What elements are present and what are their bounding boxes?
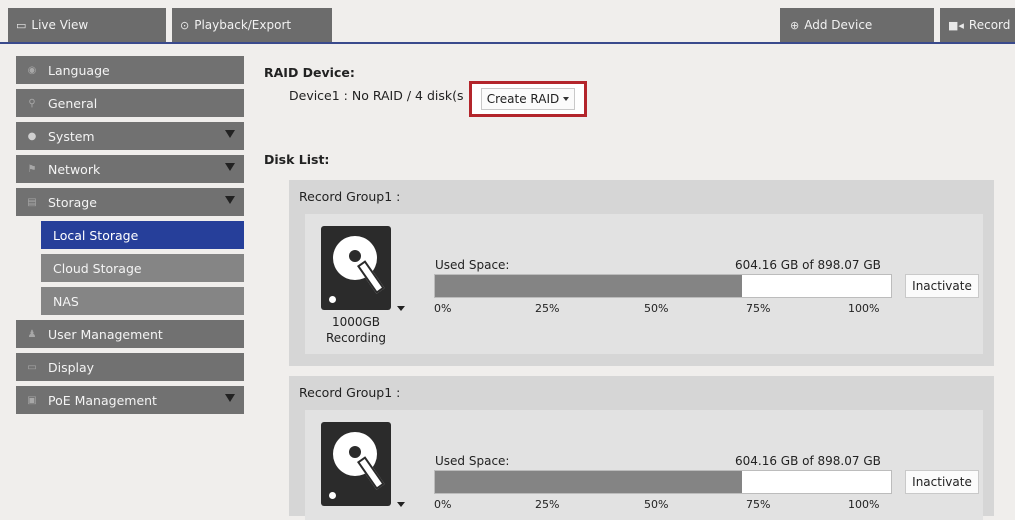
sidebar-item-system[interactable]: ● System: [16, 122, 244, 150]
settings-sidebar: ◉ Language ⚲ General ● System ⚑ Network …: [16, 56, 244, 419]
inactivate-button[interactable]: Inactivate: [905, 274, 979, 298]
network-icon: ⚑: [27, 163, 37, 175]
disk-menu-caret-icon[interactable]: [397, 502, 405, 507]
tick-label: 50%: [644, 498, 669, 511]
tick-label: 0%: [434, 498, 452, 511]
sidebar-item-poe-management[interactable]: ▣ PoE Management: [16, 386, 244, 414]
top-toolbar: ▭ Live View ⊙ Playback/Export ⊕ Add Devi…: [0, 0, 1015, 44]
record-button[interactable]: ■◂ Record: [940, 8, 1015, 42]
display-icon: ▭: [27, 361, 37, 373]
plus-circle-icon: ⊕: [790, 18, 800, 32]
create-raid-highlight: Create RAID: [469, 81, 587, 117]
sidebar-item-label: General: [48, 95, 98, 111]
tick-label: 75%: [746, 498, 771, 511]
sidebar-item-label: Language: [48, 62, 110, 78]
sidebar-item-label: Storage: [48, 194, 97, 210]
used-space-label: Used Space:: [435, 258, 510, 272]
sidebar-item-nas[interactable]: NAS: [41, 287, 244, 315]
sidebar-item-label: NAS: [53, 293, 79, 309]
tick-label: 100%: [848, 498, 880, 511]
used-space-value: 604.16 GB of 898.07 GB: [735, 258, 881, 272]
record-group: Record Group1 : Used Space: 604.16 GB of…: [289, 376, 994, 520]
sidebar-item-label: System: [48, 128, 95, 144]
sidebar-item-label: PoE Management: [48, 392, 157, 408]
live-view-button[interactable]: ▭ Live View: [8, 8, 166, 42]
disk-panel: Used Space: 604.16 GB of 898.07 GB 0% 25…: [305, 410, 983, 520]
expand-arrow-icon[interactable]: [225, 130, 235, 138]
device-raid-status: Device1 : No RAID / 4 disk(s: [289, 88, 464, 103]
sidebar-item-label: User Management: [48, 326, 163, 342]
expand-arrow-icon[interactable]: [225, 394, 235, 402]
sidebar-item-label: Local Storage: [53, 227, 139, 243]
expand-arrow-icon[interactable]: [225, 196, 235, 204]
tick-label: 25%: [535, 498, 560, 511]
usage-progress-fill: [435, 275, 742, 297]
create-raid-dropdown[interactable]: Create RAID: [480, 88, 576, 110]
globe-icon: ◉: [27, 64, 37, 76]
used-space-label: Used Space:: [435, 454, 510, 468]
raid-device-heading: RAID Device:: [264, 65, 355, 80]
sidebar-item-display[interactable]: ▭ Display: [16, 353, 244, 381]
used-space-value: 604.16 GB of 898.07 GB: [735, 454, 881, 468]
expand-arrow-icon[interactable]: [225, 163, 235, 171]
playback-export-button[interactable]: ⊙ Playback/Export: [172, 8, 332, 42]
hard-disk-icon[interactable]: [321, 422, 391, 506]
tick-label: 100%: [848, 302, 880, 315]
sidebar-item-cloud-storage[interactable]: Cloud Storage: [41, 254, 244, 282]
record-group-title: Record Group1 :: [299, 189, 401, 204]
disk-menu-caret-icon[interactable]: [397, 306, 405, 311]
usage-progress-bar: [434, 274, 892, 298]
tick-label: 75%: [746, 302, 771, 315]
sidebar-item-label: Display: [48, 359, 95, 375]
disk-state: Recording: [325, 331, 387, 345]
storage-icon: ▤: [27, 196, 37, 208]
usage-progress-bar: [434, 470, 892, 494]
poe-icon: ▣: [27, 394, 37, 406]
inactivate-button[interactable]: Inactivate: [905, 470, 979, 494]
monitor-icon: ▭: [16, 18, 27, 32]
sidebar-item-local-storage[interactable]: Local Storage: [41, 221, 244, 249]
record-group: Record Group1 : 1000GB Recording Used Sp…: [289, 180, 994, 366]
toolbar-divider: [0, 42, 1015, 44]
add-device-label: Add Device: [804, 18, 873, 32]
raid-device-row: Device1 : No RAID / 4 disk(s: [289, 88, 464, 103]
sidebar-item-general[interactable]: ⚲ General: [16, 89, 244, 117]
tick-label: 0%: [434, 302, 452, 315]
disk-size: 1000GB: [331, 315, 381, 329]
sidebar-item-label: Cloud Storage: [53, 260, 142, 276]
hard-disk-icon[interactable]: [321, 226, 391, 310]
search-icon: ⚲: [28, 97, 36, 109]
play-circle-icon: ⊙: [180, 18, 190, 32]
tick-label: 25%: [535, 302, 560, 315]
sidebar-item-network[interactable]: ⚑ Network: [16, 155, 244, 183]
disk-panel: 1000GB Recording Used Space: 604.16 GB o…: [305, 214, 983, 354]
playback-label: Playback/Export: [194, 18, 292, 32]
live-view-label: Live View: [31, 18, 89, 32]
sidebar-item-storage[interactable]: ▤ Storage: [16, 188, 244, 216]
gear-icon: ●: [27, 130, 37, 142]
sidebar-item-language[interactable]: ◉ Language: [16, 56, 244, 84]
sidebar-item-user-management[interactable]: ♟ User Management: [16, 320, 244, 348]
tick-label: 50%: [644, 302, 669, 315]
user-icon: ♟: [27, 328, 37, 340]
camera-icon: ■◂: [948, 18, 964, 32]
add-device-button[interactable]: ⊕ Add Device: [780, 8, 934, 42]
record-group-title: Record Group1 :: [299, 385, 401, 400]
usage-progress-fill: [435, 471, 742, 493]
sidebar-item-label: Network: [48, 161, 101, 177]
chevron-down-icon: [563, 97, 570, 101]
disk-list-heading: Disk List:: [264, 152, 330, 167]
record-label: Record: [968, 18, 1011, 32]
create-raid-label: Create RAID: [486, 92, 560, 106]
